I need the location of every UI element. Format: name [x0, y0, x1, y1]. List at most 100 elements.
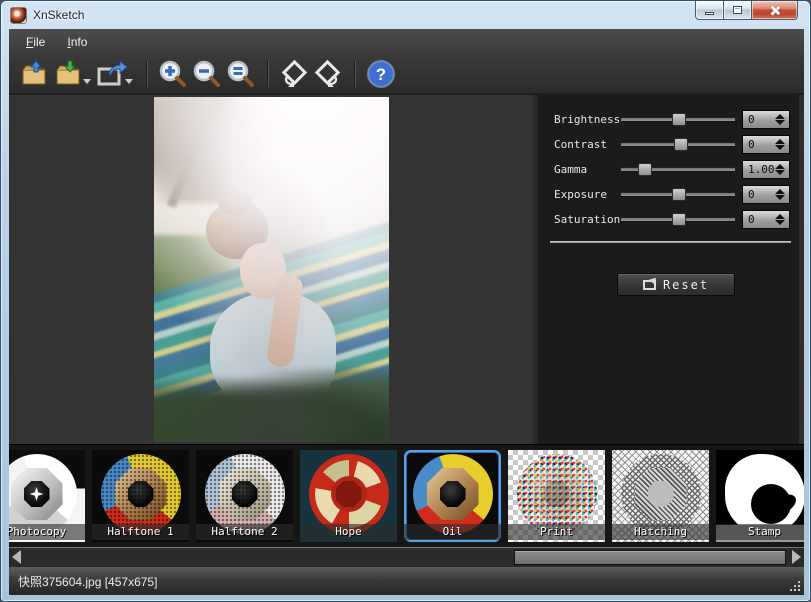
save-dropdown-caret[interactable]	[83, 79, 91, 84]
toolbar-separator	[146, 61, 147, 87]
exposure-value: 0	[743, 188, 774, 201]
filter-thumb-stamp[interactable]: Stamp	[716, 450, 804, 542]
app-icon	[10, 7, 27, 24]
caption-buttons	[695, 1, 798, 20]
rotate-left-icon	[278, 59, 310, 89]
slider-row-brightness: Brightness 0	[538, 107, 799, 132]
save-button[interactable]	[53, 58, 87, 90]
scroll-right-icon[interactable]	[792, 550, 801, 564]
menu-bar: File Info	[9, 29, 804, 55]
filter-thumb-print[interactable]: Print	[508, 450, 605, 542]
saturation-spinbox[interactable]: 0	[742, 210, 790, 229]
title-bar[interactable]: XnSketch	[1, 1, 810, 29]
contrast-slider-handle[interactable]	[674, 138, 688, 151]
filter-label: Hatching	[612, 524, 709, 540]
help-button[interactable]: ?	[364, 58, 398, 90]
toolbar: ?	[9, 55, 804, 93]
filter-thumb-halftone1[interactable]: Halftone 1	[92, 450, 189, 542]
svg-text:?: ?	[376, 65, 386, 84]
saturation-slider[interactable]	[621, 217, 735, 222]
brightness-label: Brightness	[554, 113, 620, 126]
spinner-arrows-icon[interactable]	[774, 114, 789, 125]
filter-label: Hope	[300, 524, 397, 540]
slider-row-gamma: Gamma 1.00	[538, 157, 799, 182]
toolbar-separator	[354, 61, 355, 87]
brightness-value: 0	[743, 113, 774, 126]
open-button[interactable]	[19, 58, 53, 90]
minimize-button[interactable]	[695, 1, 724, 20]
reset-icon	[643, 280, 656, 290]
filter-thumb-hatching[interactable]: Hatching	[612, 450, 709, 542]
filter-label: Photocopy	[9, 524, 85, 540]
open-folder-icon	[21, 60, 51, 88]
reset-button[interactable]: Reset	[617, 273, 735, 296]
panel-separator	[550, 241, 791, 243]
filter-label: Halftone 2	[196, 524, 293, 540]
help-icon: ?	[366, 59, 396, 89]
adjustments-panel: Brightness 0 Contrast 0 Gamm	[538, 95, 799, 444]
status-filename: 快照375604.jpg [457x675]	[18, 573, 157, 590]
gamma-label: Gamma	[554, 163, 587, 176]
filter-label: Oil	[404, 524, 501, 540]
spinner-arrows-icon[interactable]	[774, 189, 789, 200]
image-canvas	[9, 95, 538, 444]
exposure-spinbox[interactable]: 0	[742, 185, 790, 204]
filter-label: Halftone 1	[92, 524, 189, 540]
saturation-value: 0	[743, 213, 774, 226]
export-dropdown-caret[interactable]	[125, 79, 133, 84]
gamma-spinbox[interactable]: 1.00	[742, 160, 790, 179]
spinner-arrows-icon[interactable]	[774, 139, 789, 150]
save-folder-icon	[55, 60, 85, 88]
maximize-button[interactable]	[724, 1, 752, 20]
zoom-actual-button[interactable]	[224, 58, 258, 90]
gamma-slider-handle[interactable]	[638, 163, 652, 176]
brightness-spinbox[interactable]: 0	[742, 110, 790, 129]
scroll-left-icon[interactable]	[12, 550, 21, 564]
export-button[interactable]	[95, 58, 129, 90]
menu-file[interactable]: File	[17, 32, 54, 52]
zoom-out-button[interactable]	[190, 58, 224, 90]
contrast-value: 0	[743, 138, 774, 151]
rotate-left-button[interactable]	[277, 58, 311, 90]
minimize-icon	[705, 12, 714, 15]
zoom-in-button[interactable]	[156, 58, 190, 90]
status-bar: 快照375604.jpg [457x675]	[9, 567, 804, 595]
brightness-slider[interactable]	[621, 117, 735, 122]
slider-row-contrast: Contrast 0	[538, 132, 799, 157]
window-title: XnSketch	[33, 8, 84, 22]
scrollbar-thumb[interactable]	[514, 550, 786, 565]
spinner-arrows-icon[interactable]	[774, 214, 789, 225]
saturation-slider-handle[interactable]	[672, 213, 686, 226]
close-icon	[769, 5, 780, 16]
gamma-slider[interactable]	[621, 167, 735, 172]
filmstrip-scrollbar[interactable]	[9, 547, 804, 567]
rotate-right-button[interactable]	[311, 58, 345, 90]
zoom-out-icon	[192, 59, 222, 89]
resize-grip-icon[interactable]	[789, 580, 800, 591]
brightness-slider-handle[interactable]	[672, 113, 686, 126]
menu-info[interactable]: Info	[58, 32, 96, 52]
slider-row-exposure: Exposure 0	[538, 182, 799, 207]
rotate-right-icon	[312, 59, 344, 89]
close-button[interactable]	[752, 1, 798, 20]
export-icon	[96, 60, 128, 88]
filter-thumb-photocopy[interactable]: Photocopy	[9, 450, 85, 542]
reset-button-label: Reset	[663, 278, 709, 292]
filter-thumb-halftone2[interactable]: Halftone 2	[196, 450, 293, 542]
contrast-slider[interactable]	[621, 142, 735, 147]
exposure-slider-handle[interactable]	[672, 188, 686, 201]
filter-label: Print	[508, 524, 605, 540]
app-window: XnSketch File Info	[0, 0, 811, 602]
spinner-arrows-icon[interactable]	[775, 164, 790, 175]
preview-image	[154, 97, 389, 442]
exposure-slider[interactable]	[621, 192, 735, 197]
filter-thumb-oil[interactable]: Oil	[404, 450, 501, 542]
slider-row-saturation: Saturation 0	[538, 207, 799, 232]
saturation-label: Saturation	[554, 213, 620, 226]
filter-label: Stamp	[716, 524, 804, 540]
contrast-spinbox[interactable]: 0	[742, 135, 790, 154]
zoom-in-icon	[158, 59, 188, 89]
filter-thumb-hope[interactable]: Hope	[300, 450, 397, 542]
toolbar-separator	[267, 61, 268, 87]
zoom-actual-icon	[226, 59, 256, 89]
